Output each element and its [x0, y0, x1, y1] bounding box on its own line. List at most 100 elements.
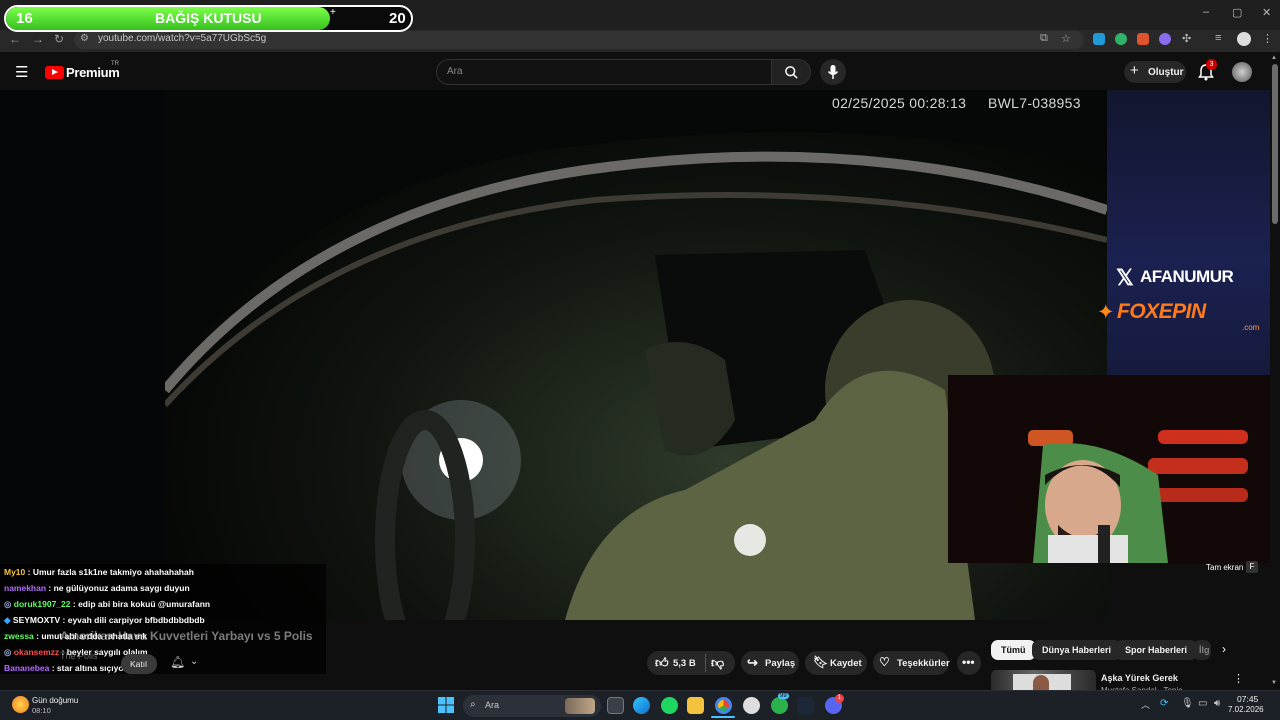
- recommendation-thumbnail[interactable]: [991, 670, 1096, 690]
- search-placeholder: Ara: [447, 66, 463, 77]
- chip-all[interactable]: Tümü: [991, 640, 1036, 660]
- chevron-down-icon[interactable]: ⌄: [190, 656, 198, 667]
- stream-chat-overlay: My10 : Umur fazla s1k1ne takmiyo ahahaha…: [0, 564, 326, 674]
- fullscreen-tooltip: Tam ekran: [1206, 563, 1244, 572]
- youtube-play-icon: [45, 66, 64, 79]
- spotify-icon[interactable]: [661, 697, 678, 714]
- back-icon[interactable]: ←: [9, 32, 21, 46]
- chip-world-news[interactable]: Dünya Haberleri: [1032, 640, 1122, 660]
- clock-date[interactable]: 7.02.2026: [1228, 705, 1264, 714]
- chat-message: My10 : Umur fazla s1k1ne takmiyo ahahaha…: [4, 567, 194, 577]
- windows-start-icon[interactable]: [438, 697, 454, 713]
- whatsapp-icon[interactable]: [771, 697, 788, 714]
- plus-icon: +: [1130, 62, 1139, 79]
- network-icon[interactable]: ▭: [1198, 698, 1207, 709]
- install-app-icon[interactable]: ⧉: [1040, 32, 1048, 45]
- super-thanks-icon: ♡: [879, 655, 890, 669]
- profile-avatar[interactable]: [1237, 32, 1251, 46]
- region-code: TR: [111, 61, 119, 67]
- donation-title: BAĞIŞ KUTUSU: [155, 10, 262, 26]
- browser-menu-icon[interactable]: ⋮: [1262, 32, 1273, 45]
- like-divider: [705, 654, 706, 672]
- tray-chevron-icon[interactable]: ︿: [1141, 698, 1150, 711]
- more-vertical-icon[interactable]: ⋮: [1233, 672, 1244, 685]
- extension-icon[interactable]: [1093, 33, 1105, 45]
- extension-icon[interactable]: [1159, 33, 1171, 45]
- chat-message: namekhan : ne gülüyonuz adama saygı duyu…: [4, 583, 190, 593]
- file-explorer-icon[interactable]: [687, 697, 704, 714]
- share-button[interactable]: ↪ Paylaş: [741, 651, 799, 675]
- reload-icon[interactable]: ↻: [54, 32, 64, 46]
- taskbar-search-icon: ⌕: [470, 699, 476, 710]
- obs-icon[interactable]: [743, 697, 760, 714]
- microphone-tray-icon[interactable]: 🎙︎: [1181, 698, 1194, 709]
- like-count[interactable]: 5,3 B: [673, 658, 696, 669]
- chat-badge-icon: ◆: [4, 615, 11, 625]
- voice-search-button[interactable]: [820, 59, 846, 85]
- extension-icon[interactable]: [1115, 33, 1127, 45]
- account-avatar[interactable]: [1232, 62, 1252, 82]
- create-button[interactable]: + Oluştur: [1124, 61, 1186, 83]
- save-button[interactable]: 🔖︎ Kaydet: [805, 651, 867, 675]
- chip-sports-news[interactable]: Spor Haberleri: [1115, 640, 1198, 660]
- share-icon: ↪: [747, 655, 758, 670]
- discord-badge: 1: [835, 694, 844, 703]
- donation-plus-icon: +: [330, 7, 336, 18]
- microphone-icon: [827, 65, 839, 79]
- search-icon: [785, 66, 798, 79]
- more-actions-button[interactable]: •••: [957, 651, 981, 675]
- youtube-logo[interactable]: Premium TR: [45, 61, 135, 81]
- stream-side-banner: 𝕏 AFANUMUR ✦ FOXEPIN .com: [1097, 90, 1270, 375]
- steam-icon[interactable]: [797, 697, 814, 714]
- like-icon[interactable]: 👍︎: [655, 655, 669, 671]
- join-button[interactable]: Katıl: [121, 654, 157, 674]
- donation-goal: 20: [389, 10, 406, 27]
- notifications-button[interactable]: 3: [1198, 59, 1217, 81]
- hamburger-menu-icon[interactable]: ☰: [15, 63, 28, 81]
- maximize-button[interactable]: ▢: [1232, 6, 1242, 19]
- join-label: Katıl: [130, 659, 148, 669]
- share-label: Paylaş: [765, 658, 796, 669]
- donation-current: 16: [16, 10, 33, 27]
- close-window-button[interactable]: ✕: [1262, 6, 1271, 19]
- chat-badge-icon: ◎: [4, 599, 12, 609]
- chat-message: ◎ doruk1907_22 : edip abi bira kokuü @um…: [4, 599, 211, 609]
- volume-icon[interactable]: 🔊︎: [1214, 698, 1220, 709]
- scroll-up-icon[interactable]: ▲: [1271, 55, 1277, 61]
- chip-partial[interactable]: İlg: [1193, 640, 1211, 660]
- extensions-puzzle-icon[interactable]: ✣: [1182, 32, 1191, 45]
- scrollbar-thumb[interactable]: [1272, 64, 1278, 224]
- subscribe-bell-icon[interactable]: 🔔︎: [170, 655, 185, 669]
- task-view-icon[interactable]: [607, 697, 624, 714]
- chevron-right-icon[interactable]: ›: [1222, 642, 1226, 656]
- thanks-label: Teşekkürler: [897, 658, 950, 669]
- fox-logo-icon: ✦: [1097, 301, 1115, 324]
- bookmark-star-icon[interactable]: ☆: [1061, 32, 1071, 45]
- edge-browser-icon[interactable]: [633, 697, 650, 714]
- site-info-icon[interactable]: ⚙: [80, 33, 89, 44]
- chrome-icon[interactable]: [715, 697, 732, 714]
- scroll-down-icon[interactable]: ▼: [1271, 680, 1277, 686]
- thanks-button[interactable]: ♡ Teşekkürler: [873, 651, 950, 675]
- active-app-indicator: [711, 716, 735, 718]
- dislike-icon[interactable]: 👎︎: [711, 655, 724, 671]
- video-title: Amerikan Hava Kuvvetleri Yarbayı vs 5 Po…: [60, 629, 313, 643]
- channel-name[interactable]: The Polis: [60, 651, 98, 661]
- tray-app-icon[interactable]: ⟳: [1160, 698, 1168, 709]
- clock-time[interactable]: 07:45: [1237, 694, 1258, 704]
- media-control-icon[interactable]: ≡: [1215, 32, 1221, 44]
- bookmark-icon: 🔖︎: [813, 655, 829, 669]
- search-input[interactable]: Ara: [436, 59, 772, 85]
- taskbar-search[interactable]: ⌕ Ara: [463, 695, 601, 717]
- sunrise-weather-icon[interactable]: [12, 696, 29, 713]
- streamer-webcam: [948, 375, 1280, 563]
- minimize-button[interactable]: –: [1203, 6, 1209, 18]
- extension-icon[interactable]: [1137, 33, 1149, 45]
- taskbar-search-placeholder: Ara: [485, 700, 500, 710]
- weather-label[interactable]: Gün doğumu: [32, 696, 78, 705]
- search-button[interactable]: [771, 59, 811, 85]
- sponsor-tld: .com: [1242, 323, 1260, 332]
- forward-icon[interactable]: →: [32, 32, 44, 46]
- recommendation-title[interactable]: Aşka Yürek Gerek: [1101, 673, 1178, 683]
- video-player[interactable]: 02/25/2025 00:28:13 BWL7-038953: [0, 90, 1107, 620]
